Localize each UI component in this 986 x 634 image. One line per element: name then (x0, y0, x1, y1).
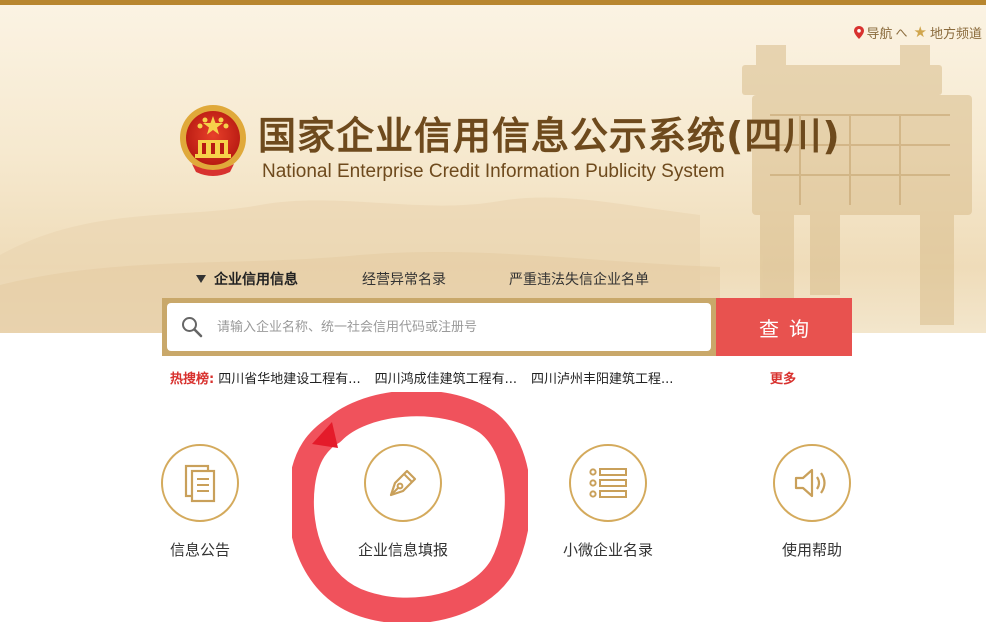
feature-circle (773, 444, 851, 522)
feature-circle (569, 444, 647, 522)
document-icon (184, 464, 216, 503)
feature-label: 使用帮助 (781, 541, 842, 559)
search-input[interactable] (217, 319, 711, 335)
feature-help[interactable]: 使用帮助 (747, 444, 877, 560)
feature-label: 小微企业名录 (562, 541, 653, 559)
local-channel-label: 地方频道 (929, 27, 982, 42)
hot-search-item[interactable]: 四川鸿成佳建筑工程有... (375, 368, 517, 387)
top-links: 导航 へ ★ 地方频道 (853, 23, 982, 43)
star-icon: ★ (913, 23, 927, 41)
triangle-down-icon (196, 275, 206, 283)
search-tabs: 企业信用信息 经营异常名录 严重违法失信企业名单 (196, 269, 649, 289)
tab-abnormal-operations[interactable]: 经营异常名录 (362, 269, 446, 289)
local-channel-link[interactable]: ★ 地方频道 (913, 23, 982, 43)
search-button[interactable]: 查询 (716, 298, 852, 356)
more-link[interactable]: 更多 (770, 368, 796, 387)
search-field-wrapper (167, 303, 711, 351)
hot-search-row: 热搜榜: 四川省华地建设工程有... 四川鸿成佳建筑工程有... 四川泸州丰阳建… (170, 368, 687, 387)
header-banner: 导航 へ ★ 地方频道 国家企业信用信息公示系统(四川) National En… (0, 5, 986, 333)
speaker-icon (794, 468, 826, 498)
list-icon (589, 468, 627, 498)
pen-nib-icon (389, 469, 417, 497)
feature-circle (364, 444, 442, 522)
feature-label: 信息公告 (169, 541, 230, 559)
caret-up-icon: へ (895, 26, 908, 40)
tab-label: 经营异常名录 (362, 272, 446, 288)
feature-label: 企业信息填报 (357, 541, 448, 559)
tab-serious-violations[interactable]: 严重违法失信企业名单 (509, 269, 649, 289)
feature-info-announcement[interactable]: 信息公告 (135, 444, 265, 560)
feature-small-micro-enterprises[interactable]: 小微企业名录 (543, 444, 673, 560)
tab-enterprise-credit[interactable]: 企业信用信息 (196, 269, 298, 289)
hot-search-label: 热搜榜: (170, 372, 215, 387)
nav-link[interactable]: 导航 へ (853, 23, 908, 42)
feature-circle (161, 444, 239, 522)
hot-search-item[interactable]: 四川泸州丰阳建筑工程... (531, 368, 673, 387)
site-subtitle: National Enterprise Credit Information P… (262, 161, 725, 182)
tab-label: 严重违法失信企业名单 (509, 272, 649, 288)
location-pin-icon (853, 26, 864, 39)
site-title: 国家企业信用信息公示系统(四川) (258, 114, 841, 158)
national-emblem-logo (180, 105, 246, 176)
hot-search-item[interactable]: 四川省华地建设工程有... (218, 368, 360, 387)
feature-enterprise-info-filing[interactable]: 企业信息填报 (338, 444, 468, 560)
search-box (162, 298, 716, 356)
tab-label: 企业信用信息 (214, 272, 298, 288)
search-icon (182, 317, 203, 338)
nav-label: 导航 (866, 27, 893, 42)
